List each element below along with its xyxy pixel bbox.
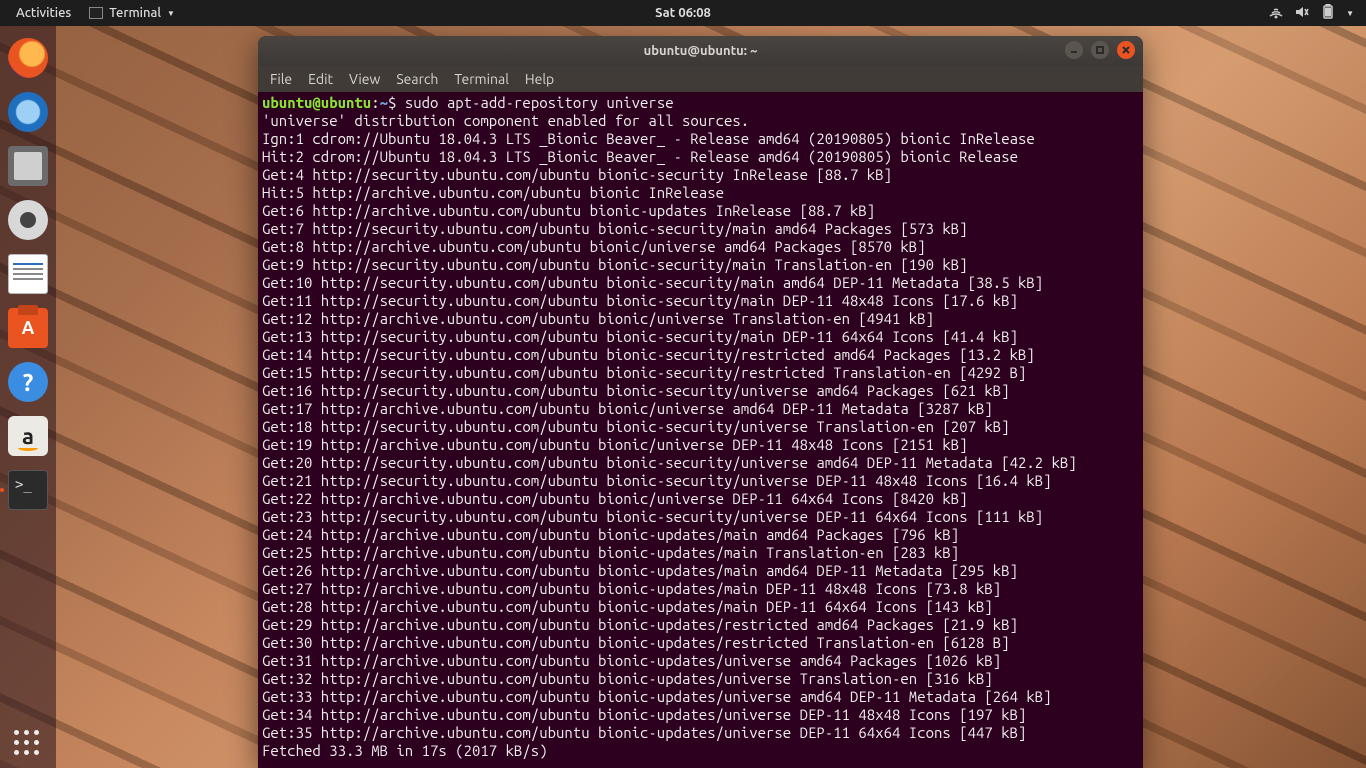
- files-icon: [8, 146, 48, 186]
- top-panel: Activities Terminal ▼ Sat 06:08 ▼: [0, 0, 1366, 26]
- close-button[interactable]: [1117, 41, 1135, 59]
- app-menu-label: Terminal: [109, 6, 161, 20]
- dock-item-writer[interactable]: [4, 250, 52, 298]
- help-icon: ?: [8, 362, 48, 402]
- volume-icon[interactable]: [1294, 4, 1310, 23]
- terminal-output[interactable]: ubuntu@ubuntu:~$ sudo apt-add-repository…: [258, 92, 1143, 768]
- dock-item-rhythmbox[interactable]: [4, 196, 52, 244]
- dock-item-amazon[interactable]: a: [4, 412, 52, 460]
- dock-item-help[interactable]: ?: [4, 358, 52, 406]
- activities-button[interactable]: Activities: [16, 6, 71, 20]
- terminal-window: ubuntu@ubuntu: ~ File Edit View Search T…: [258, 36, 1143, 768]
- menu-file[interactable]: File: [270, 71, 292, 87]
- system-menu-chevron-icon[interactable]: ▼: [1346, 9, 1354, 18]
- dock-item-firefox[interactable]: [4, 34, 52, 82]
- software-icon: [8, 308, 48, 348]
- rhythmbox-icon: [8, 200, 48, 240]
- dock-item-software[interactable]: [4, 304, 52, 352]
- maximize-button[interactable]: [1091, 41, 1109, 59]
- menu-edit[interactable]: Edit: [308, 71, 333, 87]
- app-menu[interactable]: Terminal ▼: [89, 6, 175, 20]
- window-controls: [1065, 41, 1135, 59]
- dock: ? a: [0, 26, 56, 768]
- window-titlebar[interactable]: ubuntu@ubuntu: ~: [258, 36, 1143, 66]
- menu-view[interactable]: View: [349, 71, 380, 87]
- dock-item-terminal[interactable]: [4, 466, 52, 514]
- terminal-icon: [8, 470, 48, 510]
- menu-help[interactable]: Help: [525, 71, 554, 87]
- amazon-icon: a: [8, 416, 48, 456]
- chevron-down-icon: ▼: [167, 9, 175, 18]
- menu-search[interactable]: Search: [396, 71, 438, 87]
- network-icon[interactable]: [1268, 4, 1284, 23]
- menu-terminal[interactable]: Terminal: [454, 71, 509, 87]
- dock-item-thunderbird[interactable]: [4, 88, 52, 136]
- minimize-button[interactable]: [1065, 41, 1083, 59]
- show-applications-button[interactable]: [14, 730, 42, 758]
- writer-icon: [8, 254, 48, 294]
- firefox-icon: [8, 38, 48, 78]
- clock[interactable]: Sat 06:08: [655, 6, 711, 20]
- thunderbird-icon: [8, 92, 48, 132]
- battery-icon[interactable]: [1320, 4, 1336, 23]
- terminal-icon: [89, 7, 103, 19]
- menubar: File Edit View Search Terminal Help: [258, 66, 1143, 92]
- dock-item-files[interactable]: [4, 142, 52, 190]
- window-title: ubuntu@ubuntu: ~: [644, 44, 758, 58]
